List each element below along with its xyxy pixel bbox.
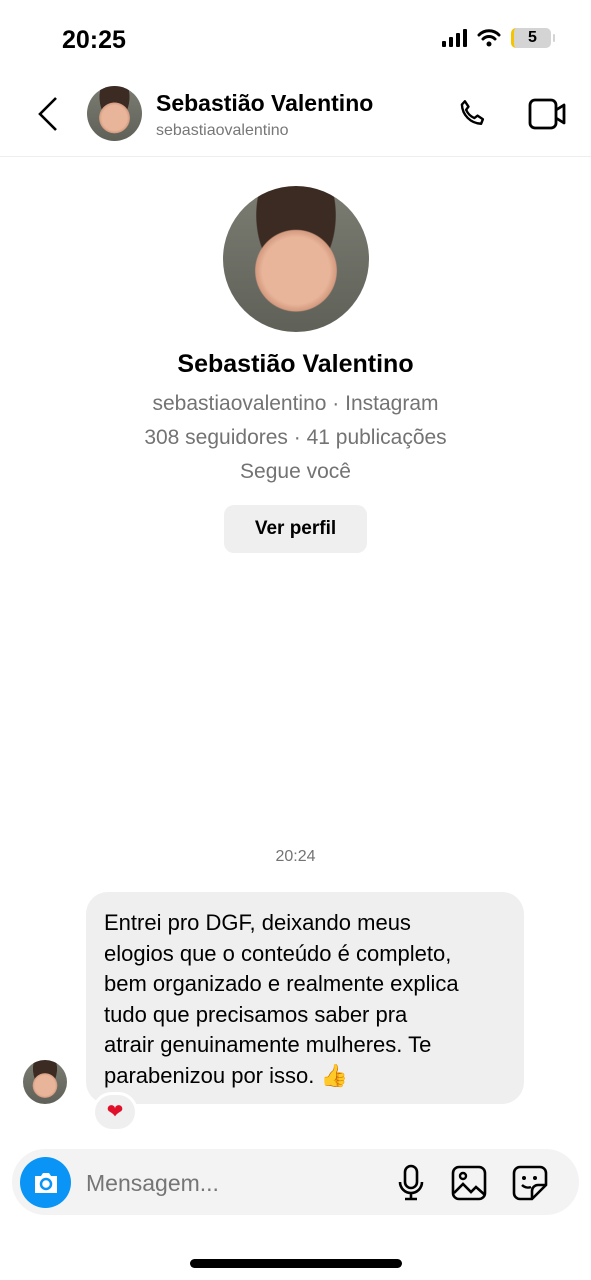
follow-status: Segue você [240, 460, 351, 483]
video-call-icon[interactable] [528, 97, 568, 131]
status-icons: 5 [442, 28, 555, 48]
view-profile-button[interactable]: Ver perfil [224, 505, 367, 553]
signal-icon [442, 29, 467, 47]
sender-avatar[interactable] [23, 1060, 67, 1104]
message-input[interactable] [86, 1170, 366, 1197]
profile-avatar[interactable] [223, 186, 369, 332]
camera-button[interactable] [20, 1157, 71, 1208]
profile-stats: 308 seguidores · 41 publicações [144, 426, 447, 449]
header-divider [0, 156, 591, 157]
heart-reaction[interactable]: ❤ [92, 1092, 138, 1132]
home-indicator [190, 1259, 402, 1268]
header-username: sebastiaovalentino [156, 122, 289, 139]
header-name[interactable]: Sebastião Valentino [156, 90, 373, 117]
message-bubble[interactable]: Entrei pro DGF, deixando meus elogios qu… [86, 892, 524, 1104]
message-timestamp: 20:24 [275, 848, 316, 865]
sticker-icon[interactable] [512, 1165, 548, 1201]
camera-icon [34, 1172, 57, 1193]
microphone-icon[interactable] [396, 1164, 426, 1202]
battery-indicator: 5 [511, 28, 555, 48]
phone-icon[interactable] [455, 96, 491, 132]
header-avatar[interactable] [87, 86, 142, 141]
wifi-icon [477, 29, 501, 47]
gallery-icon[interactable] [451, 1165, 487, 1201]
back-icon[interactable] [36, 96, 60, 132]
profile-username: sebastiaovalentino · Instagram [152, 392, 439, 415]
status-time: 20:25 [62, 26, 126, 54]
profile-name: Sebastião Valentino [177, 350, 414, 378]
